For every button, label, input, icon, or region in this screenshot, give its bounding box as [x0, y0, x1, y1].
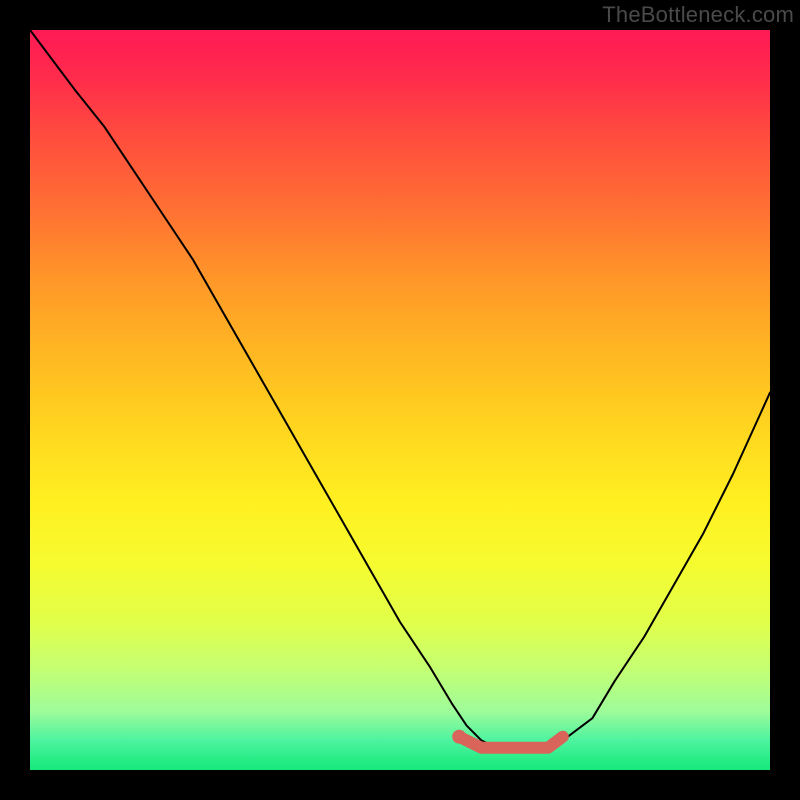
plot-area: [30, 30, 770, 770]
optimal-marker: [30, 30, 770, 770]
chart-container: TheBottleneck.com: [0, 0, 800, 800]
watermark-text: TheBottleneck.com: [602, 2, 794, 28]
